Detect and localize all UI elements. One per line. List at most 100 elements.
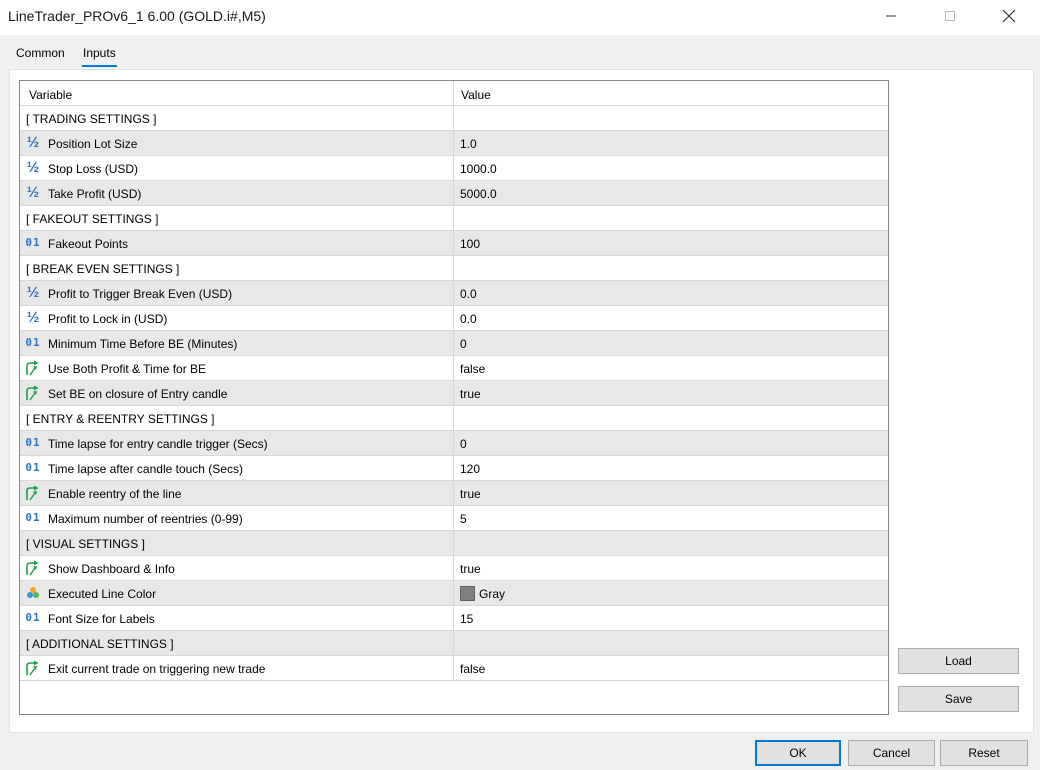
input-row[interactable]: ½ Profit to Trigger Break Even (USD) 0.0: [20, 281, 888, 306]
input-row[interactable]: Exit current trade on triggering new tra…: [20, 656, 888, 681]
window-title: LineTrader_PROv6_1 6.00 (GOLD.i#,M5): [8, 8, 266, 24]
variable-value[interactable]: 0: [460, 337, 467, 351]
input-row[interactable]: Executed Line Color Gray: [20, 581, 888, 606]
variable-name: Profit to Lock in (USD): [48, 312, 168, 326]
section-title: [ TRADING SETTINGS ]: [26, 112, 157, 126]
variable-value[interactable]: 0: [460, 437, 467, 451]
variable-value[interactable]: 5000.0: [460, 187, 497, 201]
variable-value[interactable]: 120: [460, 462, 480, 476]
active-tab-indicator: [82, 65, 117, 67]
grid-header: Variable Value: [20, 81, 888, 106]
maximize-icon: [945, 11, 955, 21]
section-header-row: [ ENTRY & REENTRY SETTINGS ]: [20, 406, 888, 431]
input-row[interactable]: ½ Stop Loss (USD) 1000.0: [20, 156, 888, 181]
input-row[interactable]: ½ Position Lot Size 1.0: [20, 131, 888, 156]
variable-value[interactable]: 1.0: [460, 137, 477, 151]
variable-value[interactable]: true: [460, 562, 481, 576]
minimize-icon: [886, 15, 896, 17]
tab-common[interactable]: Common: [16, 46, 65, 60]
variable-value[interactable]: 1000.0: [460, 162, 497, 176]
variable-value[interactable]: 0.0: [460, 287, 477, 301]
integer-icon: 01: [25, 236, 41, 249]
fraction-icon: ½: [26, 309, 40, 326]
input-row[interactable]: 01 Time lapse for entry candle trigger (S…: [20, 431, 888, 456]
input-row[interactable]: ½ Take Profit (USD) 5000.0: [20, 181, 888, 206]
variable-value[interactable]: 5: [460, 512, 467, 526]
bool-arrow-icon: [25, 660, 41, 676]
title-bar: LineTrader_PROv6_1 6.00 (GOLD.i#,M5): [0, 0, 1040, 35]
input-row[interactable]: ½ Profit to Lock in (USD) 0.0: [20, 306, 888, 331]
variable-value[interactable]: true: [460, 487, 481, 501]
column-header-value[interactable]: Value: [461, 88, 491, 102]
variable-name: Minimum Time Before BE (Minutes): [48, 337, 238, 351]
color-palette-icon: [25, 585, 41, 601]
variable-name: Use Both Profit & Time for BE: [48, 362, 207, 376]
integer-icon: 01: [25, 461, 41, 474]
variable-name: Take Profit (USD): [48, 187, 142, 201]
close-icon: [1002, 9, 1016, 23]
section-header-row: [ BREAK EVEN SETTINGS ]: [20, 256, 888, 281]
fraction-icon: ½: [26, 184, 40, 201]
input-row[interactable]: Use Both Profit & Time for BE false: [20, 356, 888, 381]
bool-arrow-icon: [25, 560, 41, 576]
variable-value[interactable]: Gray: [479, 587, 505, 601]
cancel-button[interactable]: Cancel: [848, 740, 935, 766]
minimize-button[interactable]: [868, 0, 914, 32]
variable-value[interactable]: 15: [460, 612, 473, 626]
variable-name: Profit to Trigger Break Even (USD): [48, 287, 233, 301]
load-button[interactable]: Load: [898, 648, 1019, 674]
tab-inputs[interactable]: Inputs: [82, 46, 117, 67]
variable-name: Position Lot Size: [48, 137, 138, 151]
section-header-row: [ ADDITIONAL SETTINGS ]: [20, 631, 888, 656]
variable-name: Fakeout Points: [48, 237, 129, 251]
section-title: [ ADDITIONAL SETTINGS ]: [26, 637, 174, 651]
bool-arrow-icon: [25, 485, 41, 501]
variable-name: Exit current trade on triggering new tra…: [48, 662, 266, 676]
variable-name: Time lapse for entry candle trigger (Sec…: [48, 437, 268, 451]
input-row[interactable]: Enable reentry of the line true: [20, 481, 888, 506]
variable-value[interactable]: false: [460, 662, 485, 676]
variable-name: Maximum number of reentries (0-99): [48, 512, 243, 526]
bool-arrow-icon: [25, 360, 41, 376]
variable-value[interactable]: false: [460, 362, 485, 376]
integer-icon: 01: [25, 611, 41, 624]
color-swatch[interactable]: [460, 586, 475, 601]
ok-button[interactable]: OK: [755, 740, 841, 766]
section-title: [ FAKEOUT SETTINGS ]: [26, 212, 159, 226]
variable-value[interactable]: 0.0: [460, 312, 477, 326]
integer-icon: 01: [25, 511, 41, 524]
variable-name: Stop Loss (USD): [48, 162, 139, 176]
variable-name: Enable reentry of the line: [48, 487, 182, 501]
fraction-icon: ½: [26, 134, 40, 151]
save-button[interactable]: Save: [898, 686, 1019, 712]
variable-name: Set BE on closure of Entry candle: [48, 387, 228, 401]
section-header-row: [ FAKEOUT SETTINGS ]: [20, 206, 888, 231]
input-row[interactable]: Show Dashboard & Info true: [20, 556, 888, 581]
input-row[interactable]: 01 Time lapse after candle touch (Secs) 12…: [20, 456, 888, 481]
input-row[interactable]: Set BE on closure of Entry candle true: [20, 381, 888, 406]
section-title: [ BREAK EVEN SETTINGS ]: [26, 262, 180, 276]
variable-name: Font Size for Labels: [48, 612, 155, 626]
integer-icon: 01: [25, 336, 41, 349]
input-row[interactable]: 01 Maximum number of reentries (0-99) 5: [20, 506, 888, 531]
variable-name: Executed Line Color: [48, 587, 157, 601]
fraction-icon: ½: [26, 284, 40, 301]
column-divider[interactable]: [453, 81, 454, 681]
section-title: [ VISUAL SETTINGS ]: [26, 537, 145, 551]
integer-icon: 01: [25, 436, 41, 449]
variable-name: Time lapse after candle touch (Secs): [48, 462, 243, 476]
column-header-variable[interactable]: Variable: [29, 88, 72, 102]
input-row[interactable]: 01 Minimum Time Before BE (Minutes) 0: [20, 331, 888, 356]
input-row[interactable]: 01 Fakeout Points 100: [20, 231, 888, 256]
fraction-icon: ½: [26, 159, 40, 176]
tab-bar: Common Inputs: [9, 40, 1034, 70]
input-row[interactable]: 01 Font Size for Labels 15: [20, 606, 888, 631]
maximize-button[interactable]: [927, 0, 973, 32]
variable-value[interactable]: true: [460, 387, 481, 401]
variable-value[interactable]: 100: [460, 237, 480, 251]
section-header-row: [ VISUAL SETTINGS ]: [20, 531, 888, 556]
reset-button[interactable]: Reset: [940, 740, 1028, 766]
bool-arrow-icon: [25, 385, 41, 401]
close-button[interactable]: [986, 0, 1032, 32]
section-header-row: [ TRADING SETTINGS ]: [20, 106, 888, 131]
